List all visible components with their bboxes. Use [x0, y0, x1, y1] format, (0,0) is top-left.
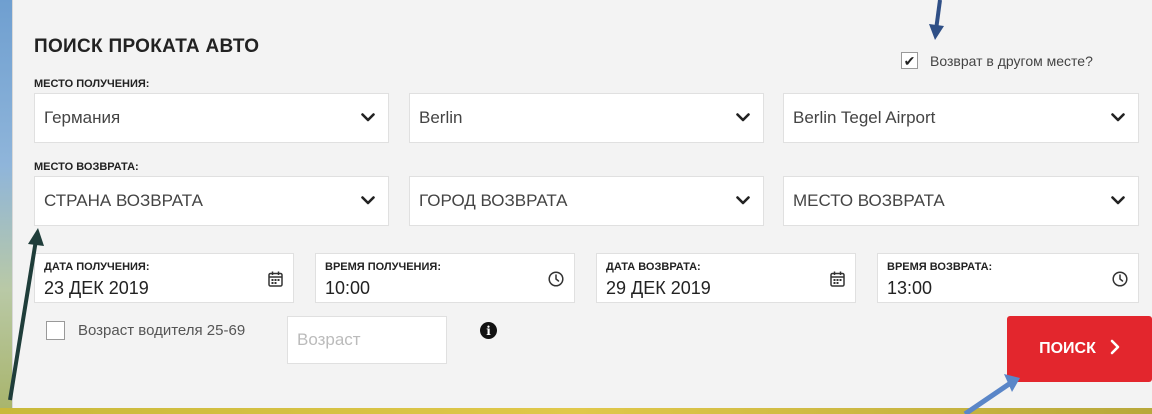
pickup-date-label: ДАТА ПОЛУЧЕНИЯ:	[44, 261, 150, 273]
return-location-select[interactable]: МЕСТО ВОЗВРАТА	[783, 176, 1139, 226]
driver-age-label: Возраст водителя 25-69	[78, 322, 246, 339]
pickup-date-field[interactable]: ДАТА ПОЛУЧЕНИЯ: 23 ДЕК 2019	[34, 253, 294, 303]
clock-icon	[548, 271, 564, 292]
return-date-field[interactable]: ДАТА ВОЗВРАТА: 29 ДЕК 2019	[596, 253, 856, 303]
pickup-time-field[interactable]: ВРЕМЯ ПОЛУЧЕНИЯ: 10:00	[315, 253, 575, 303]
calendar-icon	[830, 271, 845, 292]
return-country-select[interactable]: СТРАНА ВОЗВРАТА	[34, 176, 389, 226]
pickup-location-value: Berlin Tegel Airport	[793, 108, 936, 127]
return-section-label: МЕСТО ВОЗВРАТА:	[34, 161, 139, 173]
return-date-value: 29 ДЕК 2019	[606, 278, 711, 298]
return-city-select[interactable]: ГОРОД ВОЗВРАТА	[409, 176, 764, 226]
chevron-down-icon	[1104, 196, 1132, 206]
car-rental-search-panel: ПОИСК ПРОКАТА АВТО ✔ Возврат в другом ме…	[12, 0, 1152, 414]
pickup-country-value: Германия	[44, 108, 121, 127]
search-button[interactable]: ПОИСК	[1007, 316, 1152, 382]
clock-icon	[1112, 271, 1128, 292]
chevron-right-icon	[1110, 339, 1120, 360]
pickup-city-value: Berlin	[419, 108, 463, 127]
pickup-time-label: ВРЕМЯ ПОЛУЧЕНИЯ:	[325, 261, 441, 273]
form-title: ПОИСК ПРОКАТА АВТО	[34, 36, 260, 57]
driver-age-toggle[interactable]: Возраст водителя 25-69	[46, 321, 245, 340]
chevron-down-icon	[354, 113, 382, 123]
return-other-place-checkbox[interactable]: ✔	[901, 52, 918, 69]
calendar-icon	[268, 271, 283, 292]
chevron-down-icon	[729, 113, 757, 123]
info-icon[interactable]: i	[480, 322, 497, 339]
pickup-location-select[interactable]: Berlin Tegel Airport	[783, 93, 1139, 143]
chevron-down-icon	[729, 196, 757, 206]
return-other-place-toggle[interactable]: ✔ Возврат в другом месте?	[901, 52, 1093, 69]
return-date-label: ДАТА ВОЗВРАТА:	[606, 261, 701, 273]
age-input[interactable]	[287, 316, 447, 364]
chevron-down-icon	[1104, 113, 1132, 123]
pickup-country-select[interactable]: Германия	[34, 93, 389, 143]
pickup-date-value: 23 ДЕК 2019	[44, 278, 149, 298]
return-location-value: МЕСТО ВОЗВРАТА	[793, 191, 945, 210]
return-country-value: СТРАНА ВОЗВРАТА	[44, 191, 203, 210]
search-button-label: ПОИСК	[1039, 340, 1096, 357]
driver-age-checkbox[interactable]	[46, 321, 65, 340]
pickup-section-label: МЕСТО ПОЛУЧЕНИЯ:	[34, 78, 150, 90]
return-time-label: ВРЕМЯ ВОЗВРАТА:	[887, 261, 993, 273]
pickup-city-select[interactable]: Berlin	[409, 93, 764, 143]
return-city-value: ГОРОД ВОЗВРАТА	[419, 191, 568, 210]
return-other-place-label: Возврат в другом месте?	[930, 52, 1093, 69]
return-time-value: 13:00	[887, 278, 933, 298]
chevron-down-icon	[354, 196, 382, 206]
check-icon: ✔	[903, 52, 916, 69]
background-bottom-strip	[0, 408, 1152, 414]
return-time-field[interactable]: ВРЕМЯ ВОЗВРАТА: 13:00	[877, 253, 1139, 303]
pickup-time-value: 10:00	[325, 278, 371, 298]
